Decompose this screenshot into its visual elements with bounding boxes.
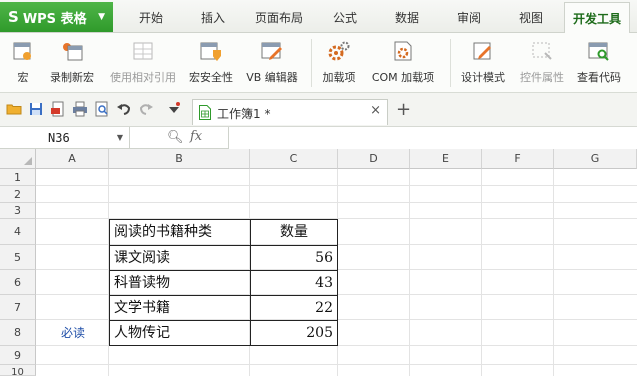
row-header-8[interactable]: 8 (0, 320, 36, 346)
column-header-c[interactable]: C (250, 149, 338, 169)
row-header-2[interactable]: 2 (0, 186, 36, 203)
app-menu-button[interactable]: S WPS 表格 ▼ (0, 2, 113, 32)
addins-button[interactable]: 加载项 (316, 33, 362, 93)
gridline (337, 169, 338, 376)
view-code-button[interactable]: 查看代码 (572, 33, 626, 93)
relative-reference-icon (133, 42, 153, 60)
gear-icon (328, 41, 350, 61)
cell-c7[interactable]: 22 (251, 296, 337, 320)
open-folder-icon[interactable] (6, 101, 22, 117)
app-name: WPS 表格 (22, 11, 87, 27)
document-tab[interactable]: 工作簿1 * × (192, 99, 388, 125)
spreadsheet-file-icon (199, 105, 211, 120)
cell-c4-header[interactable]: 数量 (251, 220, 337, 244)
macro-icon (13, 42, 31, 60)
tab-data[interactable]: 数据 (384, 0, 430, 33)
row-header-10[interactable]: 10 (0, 365, 36, 376)
control-properties-icon (532, 42, 552, 60)
cell-c5[interactable]: 56 (251, 246, 337, 270)
row-header-3[interactable]: 3 (0, 203, 36, 219)
gridline (481, 169, 482, 376)
column-header-f[interactable]: F (482, 149, 554, 169)
column-header-b[interactable]: B (109, 149, 250, 169)
formula-input[interactable] (228, 127, 637, 149)
chevron-down-icon[interactable]: ▼ (117, 127, 123, 149)
column-header-g[interactable]: G (554, 149, 637, 169)
tab-developer[interactable]: 开发工具 (564, 2, 630, 34)
cell-b4-header[interactable]: 阅读的书籍种类 (110, 220, 249, 244)
gridline (409, 169, 410, 376)
macro-button[interactable]: 宏 (2, 33, 44, 93)
cell-c6[interactable]: 43 (251, 271, 337, 295)
ribbon-developer: 宏 录制新宏 使用相对引用 宏安全性 VB 编辑器 加载项 COM 加载项 设计… (0, 33, 637, 93)
control-properties-button[interactable]: 控件属性 (514, 33, 570, 93)
row-header-6[interactable]: 6 (0, 270, 36, 295)
tab-review[interactable]: 审阅 (446, 0, 492, 33)
ribbon-separator (311, 39, 312, 87)
column-header-e[interactable]: E (410, 149, 482, 169)
undo-icon[interactable] (116, 101, 132, 117)
column-header-a[interactable]: A (36, 149, 109, 169)
new-tab-icon[interactable]: + (396, 99, 411, 120)
design-mode-button[interactable]: 设计模式 (454, 33, 512, 93)
wps-logo-icon: S (8, 8, 19, 26)
record-macro-button[interactable]: 录制新宏 (44, 33, 100, 93)
cell-c8[interactable]: 205 (251, 321, 337, 345)
tab-home[interactable]: 开始 (126, 0, 176, 33)
document-name: 工作簿1 * (217, 107, 271, 121)
vb-editor-button[interactable]: VB 编辑器 (240, 33, 304, 93)
row-header-9[interactable]: 9 (0, 346, 36, 365)
print-icon[interactable] (72, 101, 88, 117)
vb-editor-icon (261, 42, 282, 60)
spreadsheet-grid[interactable]: A B C D E F G 1 2 3 4 5 6 7 8 9 10 阅读的书籍… (0, 149, 637, 376)
column-header-d[interactable]: D (338, 149, 410, 169)
row-header-1[interactable]: 1 (0, 169, 36, 186)
name-box[interactable]: N36 ▼ (0, 127, 130, 149)
gridline (553, 169, 554, 376)
formula-bar: N36 ▼ 🔍︎ fx (0, 127, 637, 149)
row-header-5[interactable]: 5 (0, 245, 36, 270)
macro-security-button[interactable]: 宏安全性 (184, 33, 238, 93)
wps-spreadsheet-window: S WPS 表格 ▼ 开始 插入 页面布局 公式 数据 审阅 视图 开发工具 宏 (0, 0, 637, 376)
shield-icon (200, 42, 221, 61)
tab-view[interactable]: 视图 (508, 0, 554, 33)
name-box-value: N36 (48, 131, 70, 145)
row-header-7[interactable]: 7 (0, 295, 36, 320)
cell-b5[interactable]: 课文阅读 (110, 246, 249, 270)
chevron-down-icon: ▼ (98, 12, 105, 22)
design-mode-icon (473, 42, 491, 60)
cell-a8[interactable]: 必读 (37, 321, 109, 345)
relative-reference-button[interactable]: 使用相对引用 (104, 33, 182, 93)
print-preview-icon[interactable] (94, 101, 110, 117)
close-icon[interactable]: × (370, 103, 381, 118)
zoom-icon[interactable]: 🔍︎ (167, 130, 184, 145)
tab-page-layout[interactable]: 页面布局 (248, 0, 310, 33)
fx-icon[interactable]: fx (190, 129, 202, 144)
tab-insert[interactable]: 插入 (188, 0, 238, 33)
view-code-icon (588, 42, 609, 61)
com-addins-icon (394, 41, 412, 61)
redo-icon[interactable] (138, 101, 154, 117)
ribbon-separator (450, 39, 451, 87)
menu-bar: S WPS 表格 ▼ 开始 插入 页面布局 公式 数据 审阅 视图 开发工具 (0, 0, 637, 34)
cell-b8[interactable]: 人物传记 (110, 321, 249, 345)
customize-toolbar-icon[interactable] (166, 101, 182, 117)
com-addins-button[interactable]: COM 加载项 (364, 33, 442, 93)
cell-b6[interactable]: 科普读物 (110, 271, 249, 295)
record-macro-icon (63, 43, 83, 61)
select-all-corner[interactable] (0, 149, 36, 169)
tab-formulas[interactable]: 公式 (322, 0, 368, 33)
save-icon[interactable] (28, 101, 44, 117)
row-header-4[interactable]: 4 (0, 219, 36, 245)
cell-b7[interactable]: 文学书籍 (110, 296, 249, 320)
export-pdf-icon[interactable] (50, 101, 66, 117)
